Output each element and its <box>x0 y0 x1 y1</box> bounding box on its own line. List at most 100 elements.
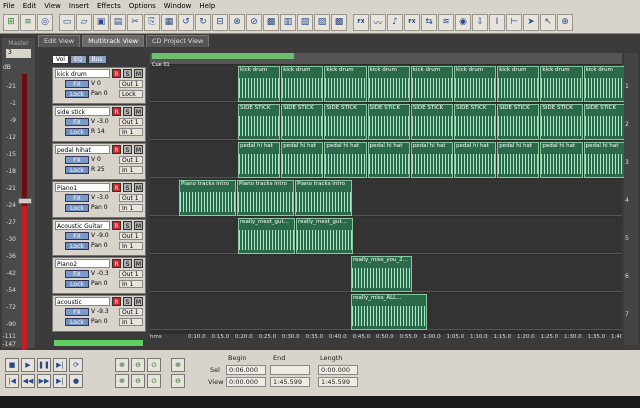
solo-button[interactable]: S <box>123 221 132 230</box>
track-name[interactable]: acoustic <box>55 297 110 306</box>
lock-icon[interactable]: ▨ <box>314 13 330 31</box>
solo-button[interactable]: S <box>123 145 132 154</box>
lock-button[interactable]: Lock <box>65 166 89 174</box>
fx-button[interactable]: FX <box>65 308 89 316</box>
input-select[interactable]: In 1 <box>119 318 143 326</box>
volume-value[interactable]: V -9.0 <box>91 232 116 240</box>
pan-value[interactable]: Pan 0 <box>91 318 116 326</box>
audio-clip[interactable]: kick drum <box>454 66 497 102</box>
sel-begin-field[interactable]: 0:06.000 <box>226 365 266 375</box>
menu-effects[interactable]: Effects <box>97 2 121 10</box>
output-select[interactable]: Out 1 <box>119 156 143 164</box>
audio-clip[interactable]: pedal hi hat <box>540 142 583 178</box>
record-arm-button[interactable]: R <box>112 69 121 78</box>
volume-value[interactable]: V -3.0 <box>91 118 116 126</box>
audio-clip[interactable]: kick drum <box>281 66 324 102</box>
audio-clip[interactable]: really_mest_gut... <box>296 218 353 254</box>
view-length-field[interactable]: 1:45.599 <box>318 377 358 387</box>
tab-edit-view[interactable]: Edit View <box>38 35 81 47</box>
eq-button[interactable]: EQ <box>69 55 87 64</box>
input-select[interactable]: In 1 <box>119 280 143 288</box>
input-select[interactable]: In 1 <box>119 242 143 250</box>
select-icon[interactable]: ↖ <box>540 13 556 31</box>
open-icon[interactable]: ▱ <box>76 13 92 31</box>
copy-icon[interactable]: ⎘ <box>144 13 160 31</box>
audio-clip[interactable]: pedal hi hat <box>367 142 410 178</box>
input-select[interactable]: In 1 <box>119 128 143 136</box>
track-name[interactable]: side stick <box>55 107 110 116</box>
output-select[interactable]: Out 1 <box>119 80 143 88</box>
new-icon[interactable]: ▭ <box>59 13 75 31</box>
audio-clip[interactable]: SIDE STICK <box>540 104 583 140</box>
menu-options[interactable]: Options <box>129 2 156 10</box>
cut-icon[interactable]: ✂ <box>127 13 143 31</box>
menu-view[interactable]: View <box>44 2 61 10</box>
time-ruler[interactable]: hms 0:10.0 0:15.0 0:20.0 0:25.0 0:30.0 0:35.0 0… <box>150 334 622 345</box>
audio-clip[interactable]: kick drum <box>583 66 626 102</box>
volume-value[interactable]: V -3.0 <box>91 194 116 202</box>
audio-clip[interactable]: really_miss_you_2... <box>351 256 412 292</box>
volume-value[interactable]: V 0 <box>91 156 116 164</box>
lock-button[interactable]: Lock <box>65 90 89 98</box>
zoom-out-icon[interactable]: ⊖ <box>131 358 145 372</box>
record-arm-button[interactable]: R <box>112 297 121 306</box>
lock-button[interactable]: Lock <box>65 204 89 212</box>
output-select[interactable]: Out 1 <box>119 194 143 202</box>
mute-button[interactable]: M <box>134 259 143 268</box>
audio-clip[interactable]: kick drum <box>238 66 281 102</box>
pan-value[interactable]: Pan 0 <box>91 280 116 288</box>
zoom-out-vertical-icon[interactable]: ⊖ <box>171 374 185 388</box>
output-select[interactable]: Out 1 <box>119 118 143 126</box>
redo-icon[interactable]: ↻ <box>195 13 211 31</box>
loop-icon[interactable]: ⊗ <box>229 13 245 31</box>
menu-edit[interactable]: Edit <box>23 2 37 10</box>
record-arm-button[interactable]: R <box>112 221 121 230</box>
volume-value[interactable]: V 0 <box>91 80 116 88</box>
eq-icon[interactable]: ≋ <box>438 13 454 31</box>
overview-bar[interactable] <box>152 53 294 59</box>
audio-clip[interactable]: SIDE STICK <box>454 104 497 140</box>
menu-insert[interactable]: Insert <box>69 2 89 10</box>
track-name[interactable]: pedal hihat <box>55 145 110 154</box>
mix-icon[interactable]: ⊟ <box>212 13 228 31</box>
menu-window[interactable]: Window <box>164 2 192 10</box>
volume-value[interactable]: V -9.3 <box>91 308 116 316</box>
pause-icon[interactable]: ❚❚ <box>37 358 51 372</box>
mute-button[interactable]: M <box>134 145 143 154</box>
audio-clip[interactable]: really_miss_ALL... <box>351 294 427 330</box>
split-icon[interactable]: ▧ <box>297 13 313 31</box>
audio-clip[interactable]: SIDE STICK <box>281 104 324 140</box>
master-value[interactable]: 3 <box>6 49 31 58</box>
fx2-icon[interactable]: FX <box>404 13 420 31</box>
sel-length-field[interactable]: 0:00.000 <box>318 365 358 375</box>
audio-clip[interactable]: SIDE STICK <box>583 104 626 140</box>
save-icon[interactable]: ▣ <box>93 13 109 31</box>
zoom-in-vertical-icon[interactable]: ⊕ <box>171 358 185 372</box>
record-arm-button[interactable]: R <box>112 259 121 268</box>
bus-button[interactable]: Bus <box>87 55 107 64</box>
tab-multitrack-view[interactable]: Multitrack View <box>82 35 145 47</box>
fx-button[interactable]: FX <box>65 156 89 164</box>
play-to-end-icon[interactable]: ▶| <box>53 358 67 372</box>
zoom-icon[interactable]: ⊕ <box>557 13 573 31</box>
edit-view-icon[interactable]: ⊞ <box>3 13 19 31</box>
rec-icon[interactable]: ◉ <box>455 13 471 31</box>
bars-icon[interactable]: ▥ <box>280 13 296 31</box>
track-name[interactable]: Piano1 <box>55 183 110 192</box>
fx-icon[interactable]: FX <box>353 13 369 31</box>
lock-button[interactable]: Lock <box>65 318 89 326</box>
view-end-field[interactable]: 1:45.599 <box>270 377 310 387</box>
vol-button[interactable]: Vol <box>52 55 69 64</box>
audio-clip[interactable]: SIDE STICK <box>238 104 281 140</box>
record-icon[interactable]: ● <box>69 374 83 388</box>
audio-clip[interactable]: pedal hi hat <box>238 142 281 178</box>
lock-button[interactable]: Lock <box>65 242 89 250</box>
mute-button[interactable]: M <box>134 69 143 78</box>
audio-clip[interactable]: really_mest_gut... <box>238 218 295 254</box>
pan-value[interactable]: Pan 0 <box>91 204 116 212</box>
input-select[interactable]: In 1 <box>119 204 143 212</box>
output-select[interactable]: Out 1 <box>119 308 143 316</box>
group-icon[interactable]: ▩ <box>331 13 347 31</box>
audio-clip[interactable]: pedal hi hat <box>410 142 453 178</box>
audio-clip[interactable]: Piano tracks intro <box>179 180 236 216</box>
